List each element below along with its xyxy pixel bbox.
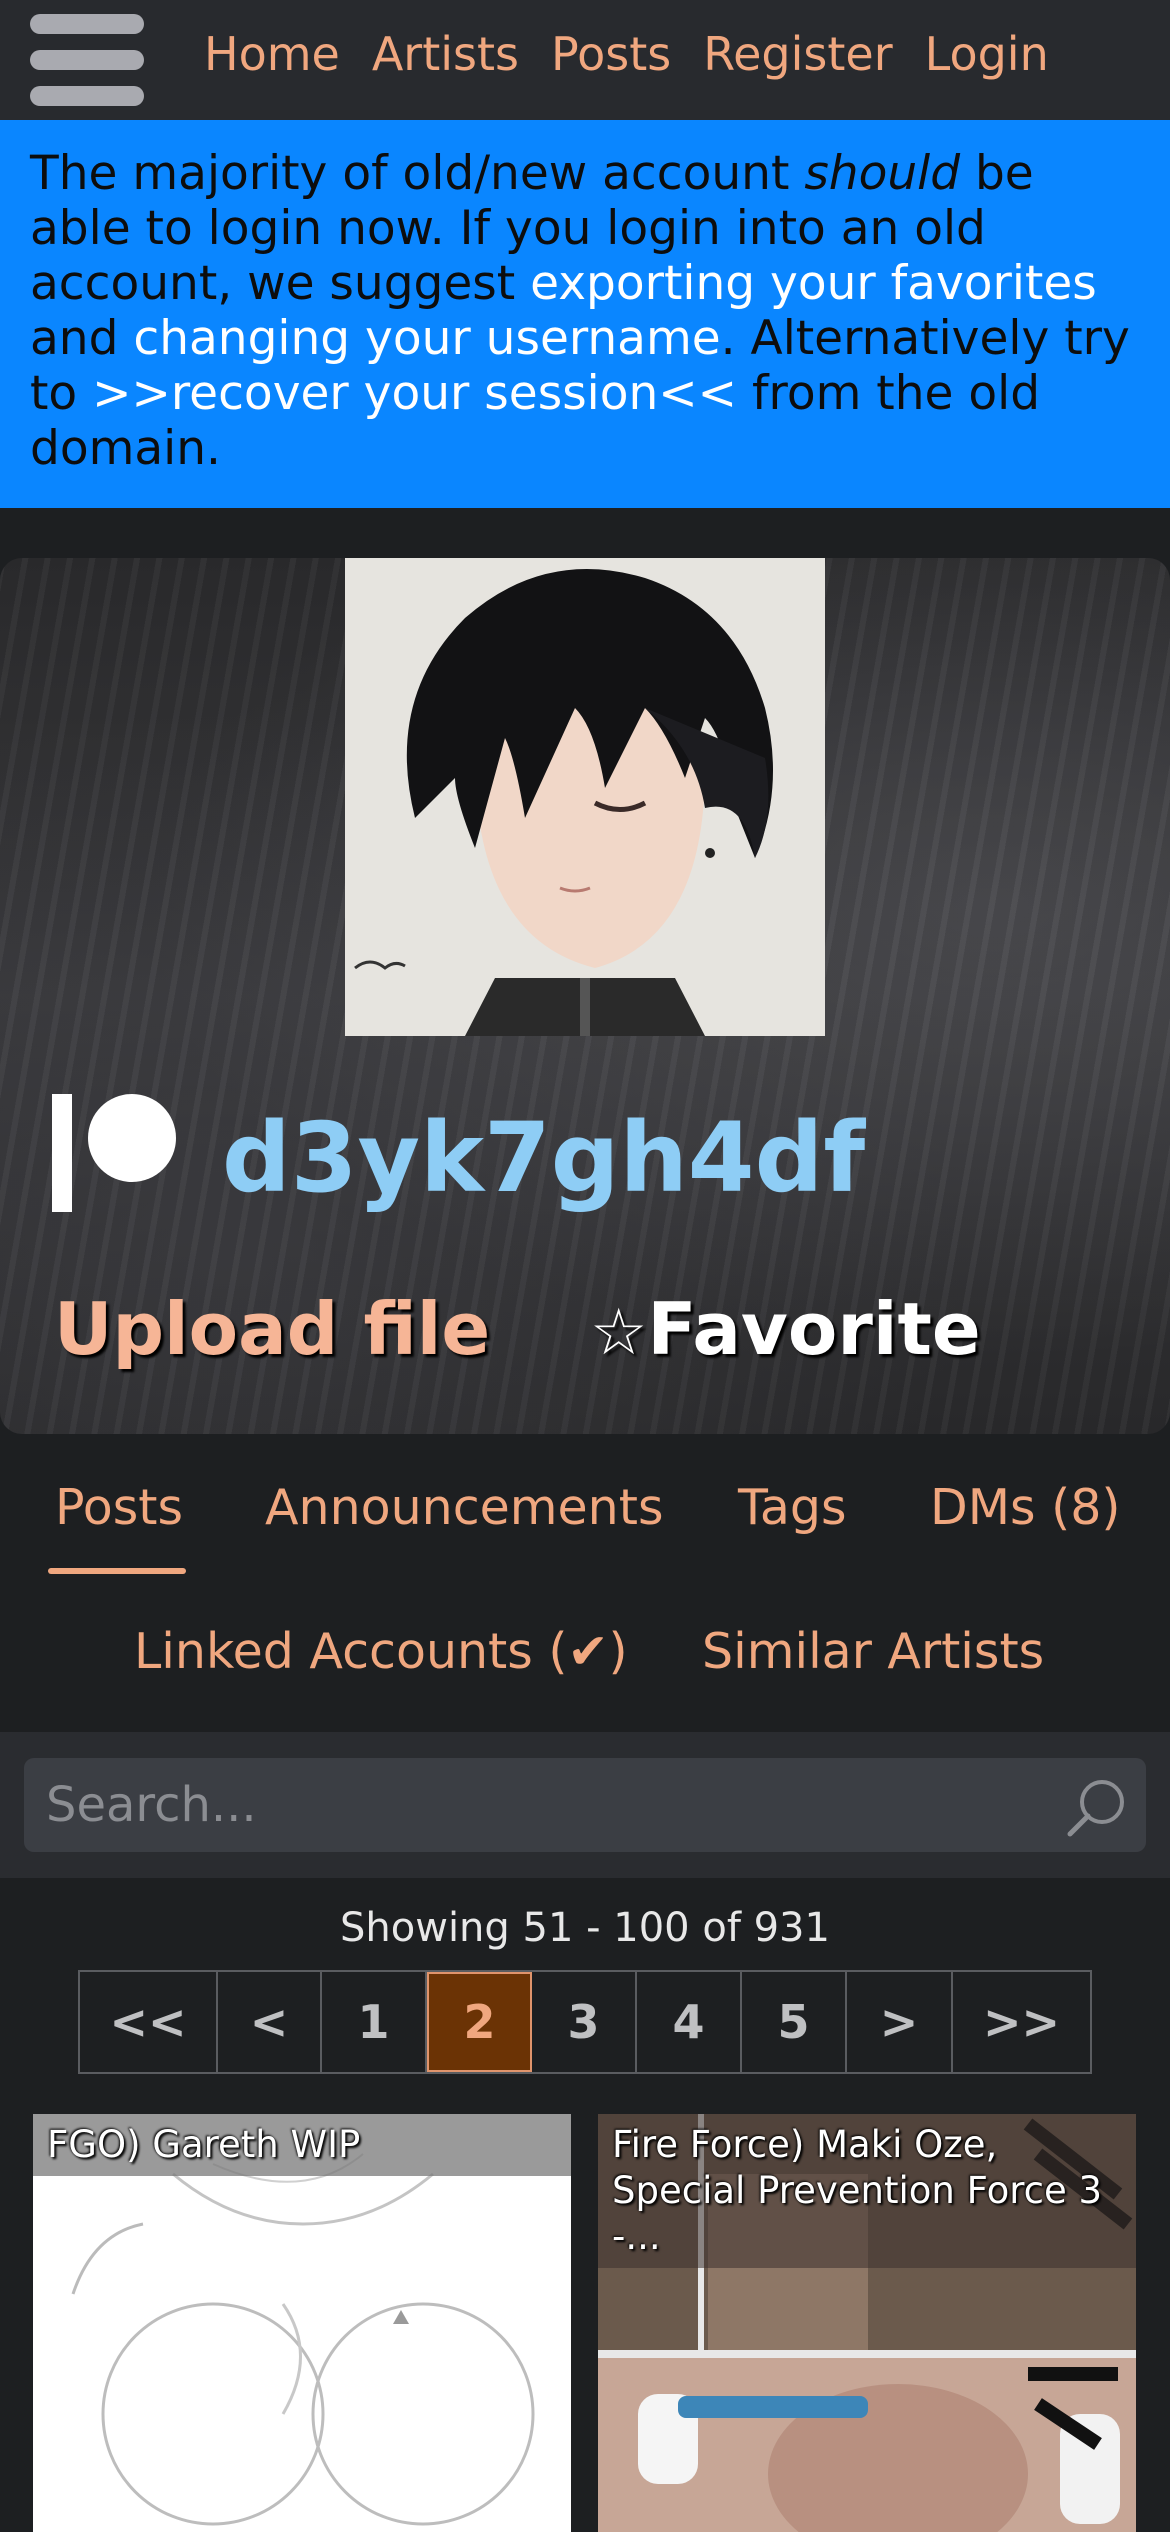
pagination: << < 1 2 3 4 5 > >>: [78, 1970, 1092, 2074]
post-title: Fire Force) Maki Oze, Special Prevention…: [598, 2114, 1136, 2268]
tab-similar-artists[interactable]: Similar Artists: [702, 1622, 1044, 1682]
banner-emphasis: should: [804, 146, 961, 201]
page-prev[interactable]: <: [218, 1972, 322, 2072]
search-bar-area: [0, 1732, 1170, 1878]
page-next[interactable]: >: [847, 1972, 953, 2072]
search-box: [24, 1758, 1146, 1852]
export-favorites-link[interactable]: exporting your favorites: [530, 256, 1097, 311]
page-3[interactable]: 3: [532, 1972, 637, 2072]
tab-linked-accounts[interactable]: Linked Accounts (✔): [134, 1622, 628, 1682]
tab-announcements[interactable]: Announcements: [265, 1478, 663, 1538]
results-count: Showing 51 - 100 of 931: [340, 1905, 830, 1951]
page-first[interactable]: <<: [80, 1972, 218, 2072]
post-thumbnail: [33, 2114, 571, 2532]
favorite-button[interactable]: ☆Favorite: [590, 1284, 981, 1378]
page-1[interactable]: 1: [322, 1972, 427, 2072]
banner-text: and: [30, 311, 134, 366]
page-4[interactable]: 4: [637, 1972, 742, 2072]
artist-name[interactable]: d3yk7gh4df: [222, 1098, 865, 1218]
tab-dms[interactable]: DMs (8): [930, 1478, 1121, 1538]
avatar-illustration: [345, 558, 825, 1036]
top-navbar: Home Artists Posts Register Login: [0, 0, 1170, 120]
star-icon: ☆: [590, 1296, 648, 1370]
post-card[interactable]: FGO) Gareth WIP: [33, 2114, 571, 2532]
upload-file-button[interactable]: Upload file: [54, 1284, 490, 1374]
recover-session-link[interactable]: >>recover your session<<: [92, 366, 737, 421]
favorite-label: Favorite: [647, 1287, 981, 1371]
nav-link-login[interactable]: Login: [925, 24, 1049, 84]
hamburger-menu-icon[interactable]: [30, 14, 144, 106]
page-2-current[interactable]: 2: [427, 1972, 532, 2072]
nav-link-artists[interactable]: Artists: [372, 24, 519, 84]
search-icon[interactable]: [1066, 1776, 1128, 1838]
tab-tags[interactable]: Tags: [738, 1478, 846, 1538]
announcement-banner: The majority of old/new account should b…: [0, 120, 1170, 508]
post-title: FGO) Gareth WIP: [33, 2114, 571, 2176]
post-card[interactable]: Fire Force) Maki Oze, Special Prevention…: [598, 2114, 1136, 2532]
artist-profile-header: d3yk7gh4df Upload file ☆Favorite: [0, 558, 1170, 1434]
artist-avatar[interactable]: [345, 558, 825, 1036]
page-5[interactable]: 5: [742, 1972, 847, 2072]
nav-link-home[interactable]: Home: [204, 24, 340, 84]
nav-link-register[interactable]: Register: [703, 24, 892, 84]
patreon-icon: [52, 1094, 176, 1212]
banner-text: The majority of old/new account: [30, 146, 805, 201]
nav-link-posts[interactable]: Posts: [551, 24, 671, 84]
active-tab-indicator: [48, 1568, 186, 1574]
nav-links: Home Artists Posts Register Login: [204, 24, 1049, 84]
tab-posts[interactable]: Posts: [55, 1478, 183, 1538]
page-last[interactable]: >>: [953, 1972, 1090, 2072]
change-username-link[interactable]: changing your username: [133, 311, 720, 366]
search-input[interactable]: [46, 1758, 1046, 1852]
